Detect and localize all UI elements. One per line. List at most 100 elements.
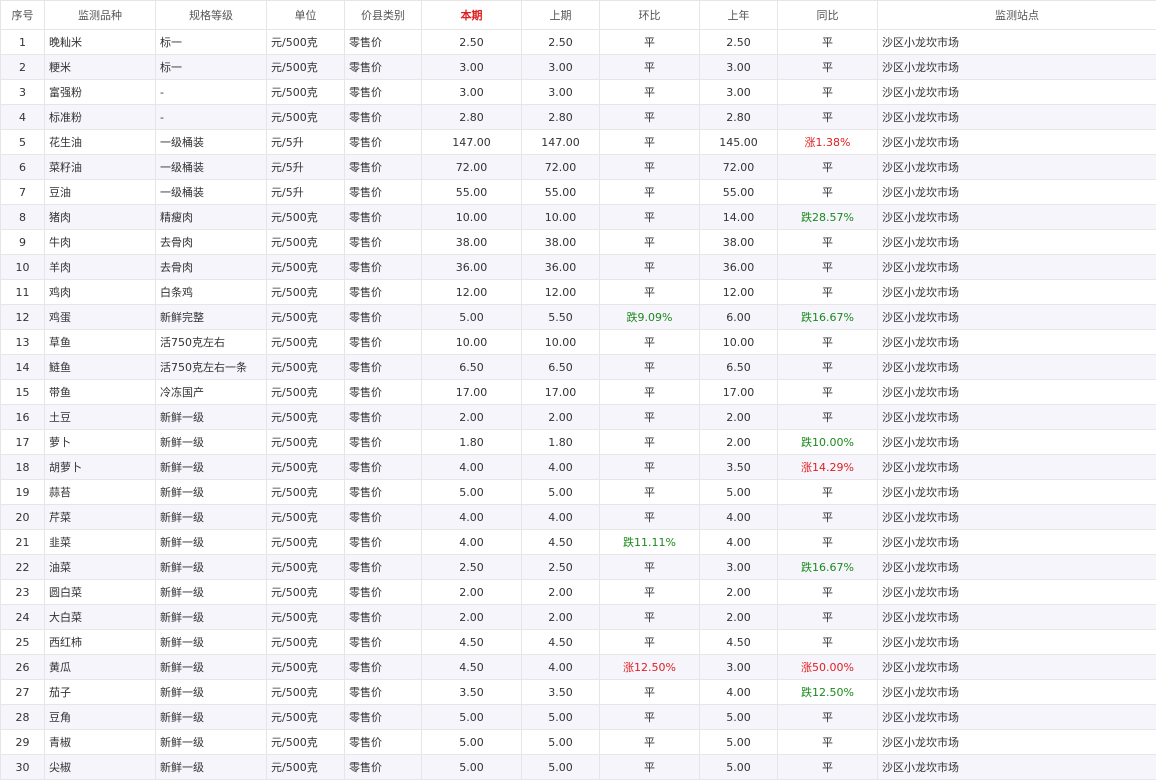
cell-year-on-year: 平 <box>777 379 878 405</box>
cell-last-year-price: 2.00 <box>699 604 778 630</box>
cell-previous-price-text: 2.50 <box>548 560 573 574</box>
cell-last-year-price: 2.00 <box>699 579 778 605</box>
cell-previous-price-text: 38.00 <box>544 235 577 249</box>
cell-item-text: 西红柿 <box>49 636 82 649</box>
cell-year-on-year-text: 跌12.50% <box>801 686 854 699</box>
cell-unit-text: 元/500克 <box>271 61 318 74</box>
cell-item: 猪肉 <box>44 204 156 230</box>
cell-item-text: 鲢鱼 <box>49 361 71 374</box>
cell-current-price-text: 12.00 <box>455 285 488 299</box>
cell-monitor-site-text: 沙区小龙坎市场 <box>882 536 959 549</box>
cell-year-on-year-text: 跌16.67% <box>801 311 854 324</box>
cell-spec: 精瘦肉 <box>155 204 267 230</box>
cell-unit-text: 元/500克 <box>271 386 318 399</box>
cell-year-on-year: 跌12.50% <box>777 679 878 705</box>
cell-item-text: 蒜苔 <box>49 486 71 499</box>
cell-unit: 元/500克 <box>266 454 345 480</box>
cell-month-on-month: 平 <box>599 29 700 55</box>
cell-previous-price-text: 10.00 <box>544 335 577 349</box>
price-monitor-table: 序号 监测品种 规格等级 单位 价县类别 本期 上期 环比 上年 同比 监测站点… <box>0 0 1156 780</box>
cell-year-on-year: 平 <box>777 79 878 105</box>
cell-spec: 新鲜一级 <box>155 554 267 580</box>
cell-unit: 元/500克 <box>266 329 345 355</box>
cell-spec-text: 标一 <box>160 36 182 49</box>
cell-spec-text: 新鲜一级 <box>160 436 204 449</box>
cell-price-type-text: 零售价 <box>349 186 382 199</box>
cell-monitor-site: 沙区小龙坎市场 <box>877 354 1156 380</box>
cell-unit: 元/500克 <box>266 229 345 255</box>
cell-current-price: 4.00 <box>421 504 522 530</box>
cell-index: 3 <box>0 79 45 105</box>
cell-current-price: 10.00 <box>421 329 522 355</box>
cell-current-price: 3.00 <box>421 79 522 105</box>
cell-last-year-price: 4.00 <box>699 504 778 530</box>
cell-current-price: 12.00 <box>421 279 522 305</box>
cell-price-type-text: 零售价 <box>349 636 382 649</box>
cell-previous-price-text: 3.00 <box>548 60 573 74</box>
cell-current-price: 38.00 <box>421 229 522 255</box>
cell-month-on-month: 平 <box>599 179 700 205</box>
cell-monitor-site-text: 沙区小龙坎市场 <box>882 761 959 774</box>
cell-monitor-site-text: 沙区小龙坎市场 <box>882 261 959 274</box>
cell-unit-text: 元/500克 <box>271 286 318 299</box>
cell-month-on-month: 平 <box>599 404 700 430</box>
header-previous-period: 上期 <box>521 0 600 30</box>
cell-monitor-site: 沙区小龙坎市场 <box>877 479 1156 505</box>
cell-unit-text: 元/500克 <box>271 411 318 424</box>
cell-month-on-month: 平 <box>599 479 700 505</box>
cell-monitor-site-text: 沙区小龙坎市场 <box>882 336 959 349</box>
cell-monitor-site: 沙区小龙坎市场 <box>877 754 1156 780</box>
cell-year-on-year-text: 平 <box>822 286 833 299</box>
cell-previous-price-text: 5.50 <box>548 310 573 324</box>
cell-current-price-text: 4.00 <box>459 510 484 524</box>
cell-index: 11 <box>0 279 45 305</box>
cell-index-text: 29 <box>15 735 30 749</box>
cell-index-text: 7 <box>19 185 26 199</box>
cell-index: 28 <box>0 704 45 730</box>
cell-current-price: 4.50 <box>421 654 522 680</box>
cell-month-on-month: 平 <box>599 229 700 255</box>
cell-unit-text: 元/5升 <box>271 161 304 174</box>
cell-unit: 元/500克 <box>266 354 345 380</box>
cell-current-price-text: 2.00 <box>459 585 484 599</box>
header-item: 监测品种 <box>44 0 156 30</box>
cell-year-on-year: 平 <box>777 529 878 555</box>
cell-current-price: 5.00 <box>421 304 522 330</box>
cell-unit-text: 元/500克 <box>271 86 318 99</box>
cell-monitor-site: 沙区小龙坎市场 <box>877 704 1156 730</box>
cell-unit: 元/500克 <box>266 629 345 655</box>
cell-month-on-month-text: 平 <box>644 461 655 474</box>
cell-monitor-site: 沙区小龙坎市场 <box>877 279 1156 305</box>
cell-current-price: 2.00 <box>421 404 522 430</box>
cell-last-year-price: 3.00 <box>699 554 778 580</box>
cell-month-on-month: 平 <box>599 629 700 655</box>
cell-previous-price: 4.00 <box>521 654 600 680</box>
cell-unit: 元/5升 <box>266 179 345 205</box>
cell-item: 黄瓜 <box>44 654 156 680</box>
cell-spec: - <box>155 104 267 130</box>
cell-last-year-price: 6.50 <box>699 354 778 380</box>
cell-month-on-month: 平 <box>599 679 700 705</box>
cell-monitor-site: 沙区小龙坎市场 <box>877 504 1156 530</box>
cell-current-price: 5.00 <box>421 704 522 730</box>
cell-unit: 元/5升 <box>266 154 345 180</box>
cell-month-on-month-text: 平 <box>644 86 655 99</box>
table-row: 3 富强粉 - 元/500克 零售价 3.00 3.00 平 3.00 平 沙区小龙坎市场 <box>0 79 1156 105</box>
cell-previous-price: 5.00 <box>521 704 600 730</box>
cell-last-year-price-text: 2.00 <box>726 435 751 449</box>
cell-monitor-site-text: 沙区小龙坎市场 <box>882 611 959 624</box>
table-body: 1 晚籼米 标一 元/500克 零售价 2.50 2.50 平 2.50 平沙区小龙坎市场 2 粳米标… <box>0 29 1156 780</box>
cell-spec: 新鲜一级 <box>155 679 267 705</box>
cell-spec: 一级桶装 <box>155 179 267 205</box>
cell-monitor-site-text: 沙区小龙坎市场 <box>882 186 959 199</box>
cell-index: 8 <box>0 204 45 230</box>
table-row: 27 茄子 新鲜一级 元/500克 零售价 3.50 3.50 平 4.00 跌12.50% 沙区小… <box>0 679 1156 705</box>
cell-current-price-text: 3.00 <box>459 85 484 99</box>
cell-spec-text: 去骨肉 <box>160 261 193 274</box>
cell-spec: 标一 <box>155 54 267 80</box>
cell-last-year-price-text: 2.00 <box>726 610 751 624</box>
cell-month-on-month: 平 <box>599 354 700 380</box>
cell-year-on-year-text: 跌28.57% <box>801 211 854 224</box>
cell-price-type: 零售价 <box>344 754 422 780</box>
cell-price-type: 零售价 <box>344 454 422 480</box>
